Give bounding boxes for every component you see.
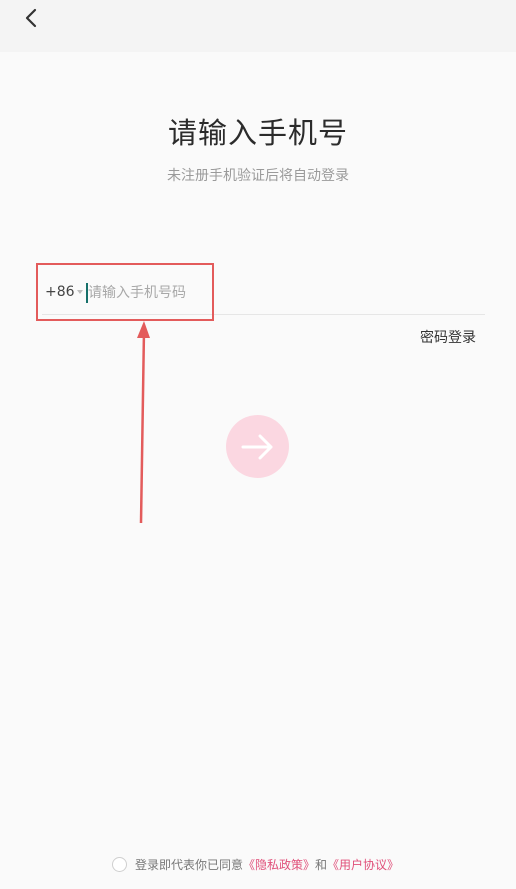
back-button[interactable]: [18, 5, 44, 31]
chevron-left-icon: [25, 8, 37, 28]
agree-checkbox[interactable]: [112, 857, 127, 872]
agreement-text: 登录即代表你已同意: [135, 858, 244, 872]
privacy-policy-link[interactable]: 《隐私政策》: [243, 856, 315, 873]
submit-button[interactable]: [226, 415, 289, 478]
page-subtitle: 未注册手机验证后将自动登录: [167, 168, 349, 184]
agreement-row: 登录即代表你已同意 《隐私政策》 和 《用户协议》: [112, 856, 399, 873]
agreement-and-text: 和: [315, 858, 328, 872]
annotation-highlight-box: [36, 263, 214, 321]
login-page: 请输入手机号 未注册手机验证后将自动登录 +86 密码登录 登录即代表你已同意 …: [0, 0, 516, 889]
password-login-link[interactable]: 密码登录: [420, 327, 476, 347]
arrow-right-icon: [241, 434, 272, 459]
top-bar: [0, 0, 516, 52]
page-title: 请输入手机号: [167, 116, 348, 150]
user-agreement-link[interactable]: 《用户协议》: [327, 856, 399, 873]
